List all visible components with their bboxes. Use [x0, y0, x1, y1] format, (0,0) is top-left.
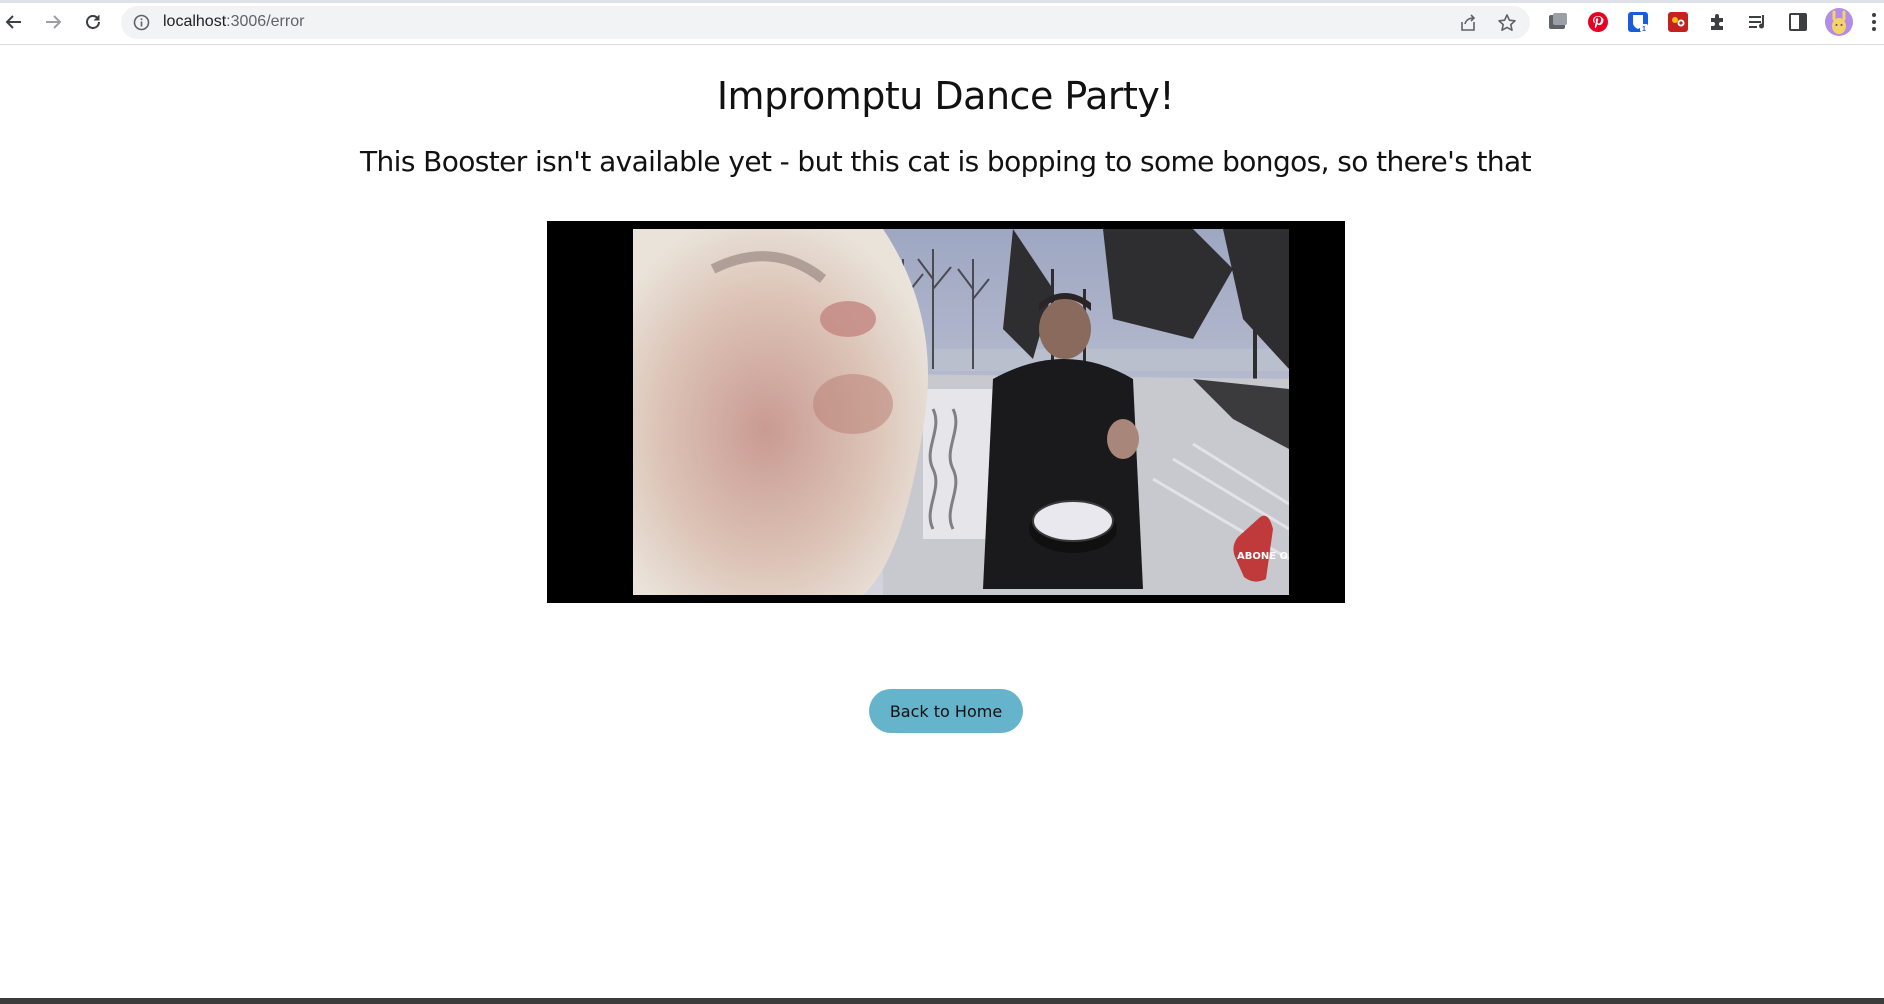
kebab-menu-icon[interactable] — [1866, 9, 1882, 35]
forward-icon[interactable] — [39, 8, 67, 36]
profile-avatar-icon[interactable] — [1824, 7, 1854, 37]
url-text[interactable]: localhost:3006/error — [163, 13, 304, 31]
url-path: :3006/error — [226, 13, 305, 30]
media-queue-icon[interactable] — [1745, 9, 1771, 35]
pinterest-icon[interactable] — [1585, 9, 1611, 35]
page-title: Impromptu Dance Party! — [716, 74, 1175, 118]
error-page: Impromptu Dance Party! This Booster isn'… — [0, 46, 1884, 998]
bitwarden-icon[interactable]: 1 — [1625, 9, 1651, 35]
cat-bongo-gif: ABONE OL — [547, 221, 1345, 603]
reload-icon[interactable] — [79, 8, 107, 36]
window-extension-icon[interactable] — [1545, 9, 1571, 35]
share-icon[interactable] — [1457, 12, 1479, 34]
url-host: localhost — [163, 13, 227, 30]
gif-scene: ABONE OL — [633, 229, 1289, 595]
site-info-icon[interactable] — [133, 14, 150, 35]
bookmark-star-icon[interactable] — [1496, 12, 1518, 34]
red-extension-icon[interactable] — [1665, 9, 1691, 35]
back-icon[interactable] — [0, 8, 28, 36]
page-subtitle: This Booster isn't available yet - but t… — [359, 145, 1532, 178]
browser-toolbar: localhost:3006/error 1 — [0, 0, 1884, 45]
taskbar-edge — [0, 998, 1884, 1004]
address-bar[interactable]: localhost:3006/error — [121, 6, 1530, 39]
puzzle-extensions-icon[interactable] — [1705, 9, 1731, 35]
back-to-home-button[interactable]: Back to Home — [869, 689, 1023, 733]
side-panel-icon[interactable] — [1785, 9, 1811, 35]
svg-text:ABONE OL: ABONE OL — [1237, 551, 1289, 562]
tab-strip-edge — [0, 0, 1884, 3]
svg-text:1: 1 — [1642, 26, 1646, 33]
